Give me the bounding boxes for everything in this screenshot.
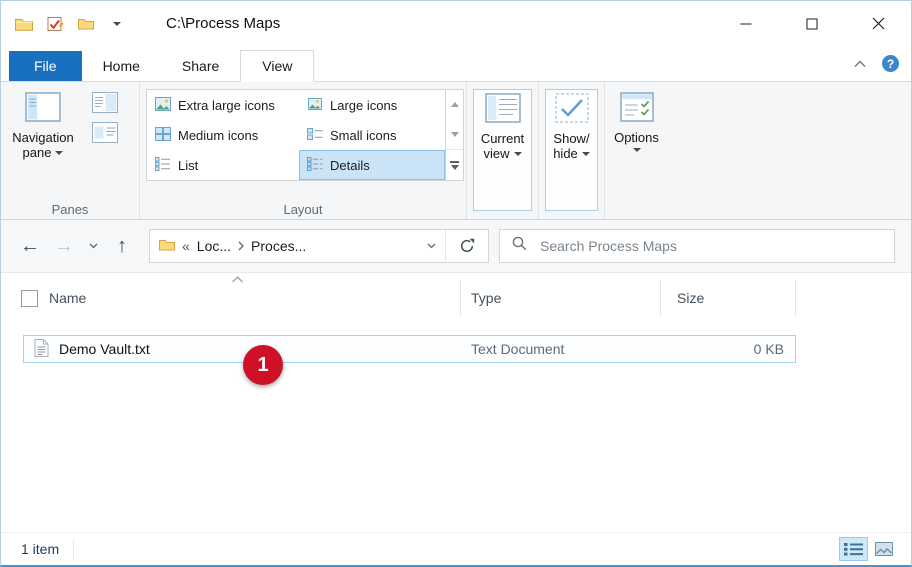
icons-view-toggle[interactable] (870, 538, 897, 560)
column-header-name[interactable]: Name (47, 280, 461, 316)
dropdown-arrow-icon (582, 152, 590, 156)
file-list-pane: Name Type Size Demo Vault.txt Text Docum… (1, 273, 911, 532)
tab-view[interactable]: View (240, 50, 314, 82)
details-view-toggle[interactable] (840, 538, 867, 560)
annotation-badge-1: 1 (243, 345, 283, 385)
gallery-more-button[interactable] (446, 149, 463, 180)
current-view-icon (485, 93, 521, 126)
current-view-button[interactable]: Current view (473, 89, 532, 211)
breadcrumb-separator-icon (238, 238, 244, 254)
sort-ascending-icon (231, 270, 244, 286)
help-button[interactable]: ? (882, 55, 899, 72)
location-folder-icon (159, 238, 175, 254)
dropdown-arrow-icon (55, 151, 63, 155)
search-input[interactable] (538, 237, 882, 255)
preview-pane-button[interactable] (92, 92, 118, 113)
large-icons-icon (307, 97, 323, 114)
breadcrumb-item[interactable]: Loc... (197, 238, 231, 254)
close-button[interactable] (845, 1, 911, 46)
recent-locations-button[interactable] (81, 229, 105, 263)
file-row[interactable]: Demo Vault.txt Text Document 0 KB (23, 335, 796, 363)
details-pane-button[interactable] (92, 122, 118, 143)
gallery-scroll-up-button[interactable] (446, 90, 463, 120)
qat-new-folder-button[interactable] (75, 13, 97, 35)
ribbon-group-current-view: Current view (466, 82, 538, 219)
dropdown-arrow-icon (633, 148, 641, 152)
tab-share[interactable]: Share (161, 51, 240, 81)
options-button[interactable]: Options (611, 89, 662, 152)
window-title: C:\Process Maps (166, 15, 280, 32)
layout-gallery: Extra large icons Large icons Medium ico… (146, 89, 464, 181)
quick-access-toolbar (1, 13, 128, 35)
ribbon-group-options: Options (604, 82, 668, 219)
back-button[interactable]: ← (13, 229, 47, 263)
gallery-item-details[interactable]: Details (299, 150, 445, 180)
address-dropdown-button[interactable] (417, 230, 445, 262)
small-icons-icon (307, 127, 323, 144)
item-count: 1 item (15, 539, 74, 559)
status-bar: 1 item (1, 532, 911, 565)
show-hide-icon (555, 93, 589, 126)
tab-file[interactable]: File (9, 51, 82, 81)
ribbon-group-panes: Navigation pane Panes (1, 82, 139, 219)
navigation-bar: ← → ↑ « Loc... Proces... (1, 220, 911, 273)
window-controls (713, 1, 911, 46)
maximize-button[interactable] (779, 1, 845, 46)
layout-group-label: Layout (140, 202, 466, 217)
details-view-icon (307, 157, 323, 174)
search-box (499, 229, 895, 263)
qat-properties-button[interactable] (44, 13, 66, 35)
list-view-icon (155, 157, 171, 174)
search-icon (512, 236, 527, 256)
minimize-button[interactable] (713, 1, 779, 46)
title-bar: C:\Process Maps (1, 1, 911, 46)
panes-group-label: Panes (1, 202, 139, 217)
dropdown-arrow-icon (514, 152, 522, 156)
explorer-icon (13, 13, 35, 35)
ribbon-tabs: File Home Share View ? (1, 46, 911, 82)
show-hide-button[interactable]: Show/ hide (545, 89, 598, 211)
ribbon-view-tab-content: Navigation pane Panes Extra large icons (1, 82, 911, 220)
tab-home[interactable]: Home (82, 51, 161, 81)
breadcrumb: « Loc... Proces... (150, 230, 417, 262)
navigation-pane-icon (25, 92, 61, 125)
file-rows: Demo Vault.txt Text Document 0 KB 1 (1, 323, 911, 532)
options-icon (620, 92, 654, 125)
column-header-type[interactable]: Type (461, 280, 661, 316)
file-name: Demo Vault.txt (59, 341, 150, 357)
gallery-scrollbar (445, 90, 463, 180)
ribbon-collapse-button[interactable] (854, 55, 866, 73)
up-button[interactable]: ↑ (105, 229, 139, 263)
breadcrumb-overflow[interactable]: « (182, 238, 190, 254)
address-bar[interactable]: « Loc... Proces... (149, 229, 489, 263)
gallery-item-small-icons[interactable]: Small icons (299, 120, 445, 150)
gallery-item-extra-large-icons[interactable]: Extra large icons (147, 90, 299, 120)
navigation-pane-button[interactable]: Navigation pane (4, 89, 82, 160)
column-headers: Name Type Size (1, 273, 911, 323)
file-size: 0 KB (662, 341, 790, 357)
extra-large-icons-icon (155, 97, 171, 114)
refresh-button[interactable] (445, 230, 488, 262)
ribbon-group-layout: Extra large icons Large icons Medium ico… (139, 82, 466, 219)
gallery-item-list[interactable]: List (147, 150, 299, 180)
file-type: Text Document (462, 341, 662, 357)
column-header-size[interactable]: Size (661, 280, 796, 316)
forward-button[interactable]: → (47, 229, 81, 263)
select-all-checkbox[interactable] (21, 290, 38, 307)
gallery-item-large-icons[interactable]: Large icons (299, 90, 445, 120)
gallery-scroll-down-button[interactable] (446, 120, 463, 150)
file-explorer-window: C:\Process Maps File Home Share View ? (0, 0, 912, 567)
qat-customize-button[interactable] (106, 13, 128, 35)
breadcrumb-item[interactable]: Proces... (251, 238, 306, 254)
text-file-icon (34, 339, 49, 360)
ribbon-group-show-hide: Show/ hide (538, 82, 604, 219)
gallery-item-medium-icons[interactable]: Medium icons (147, 120, 299, 150)
medium-icons-icon (155, 127, 171, 144)
